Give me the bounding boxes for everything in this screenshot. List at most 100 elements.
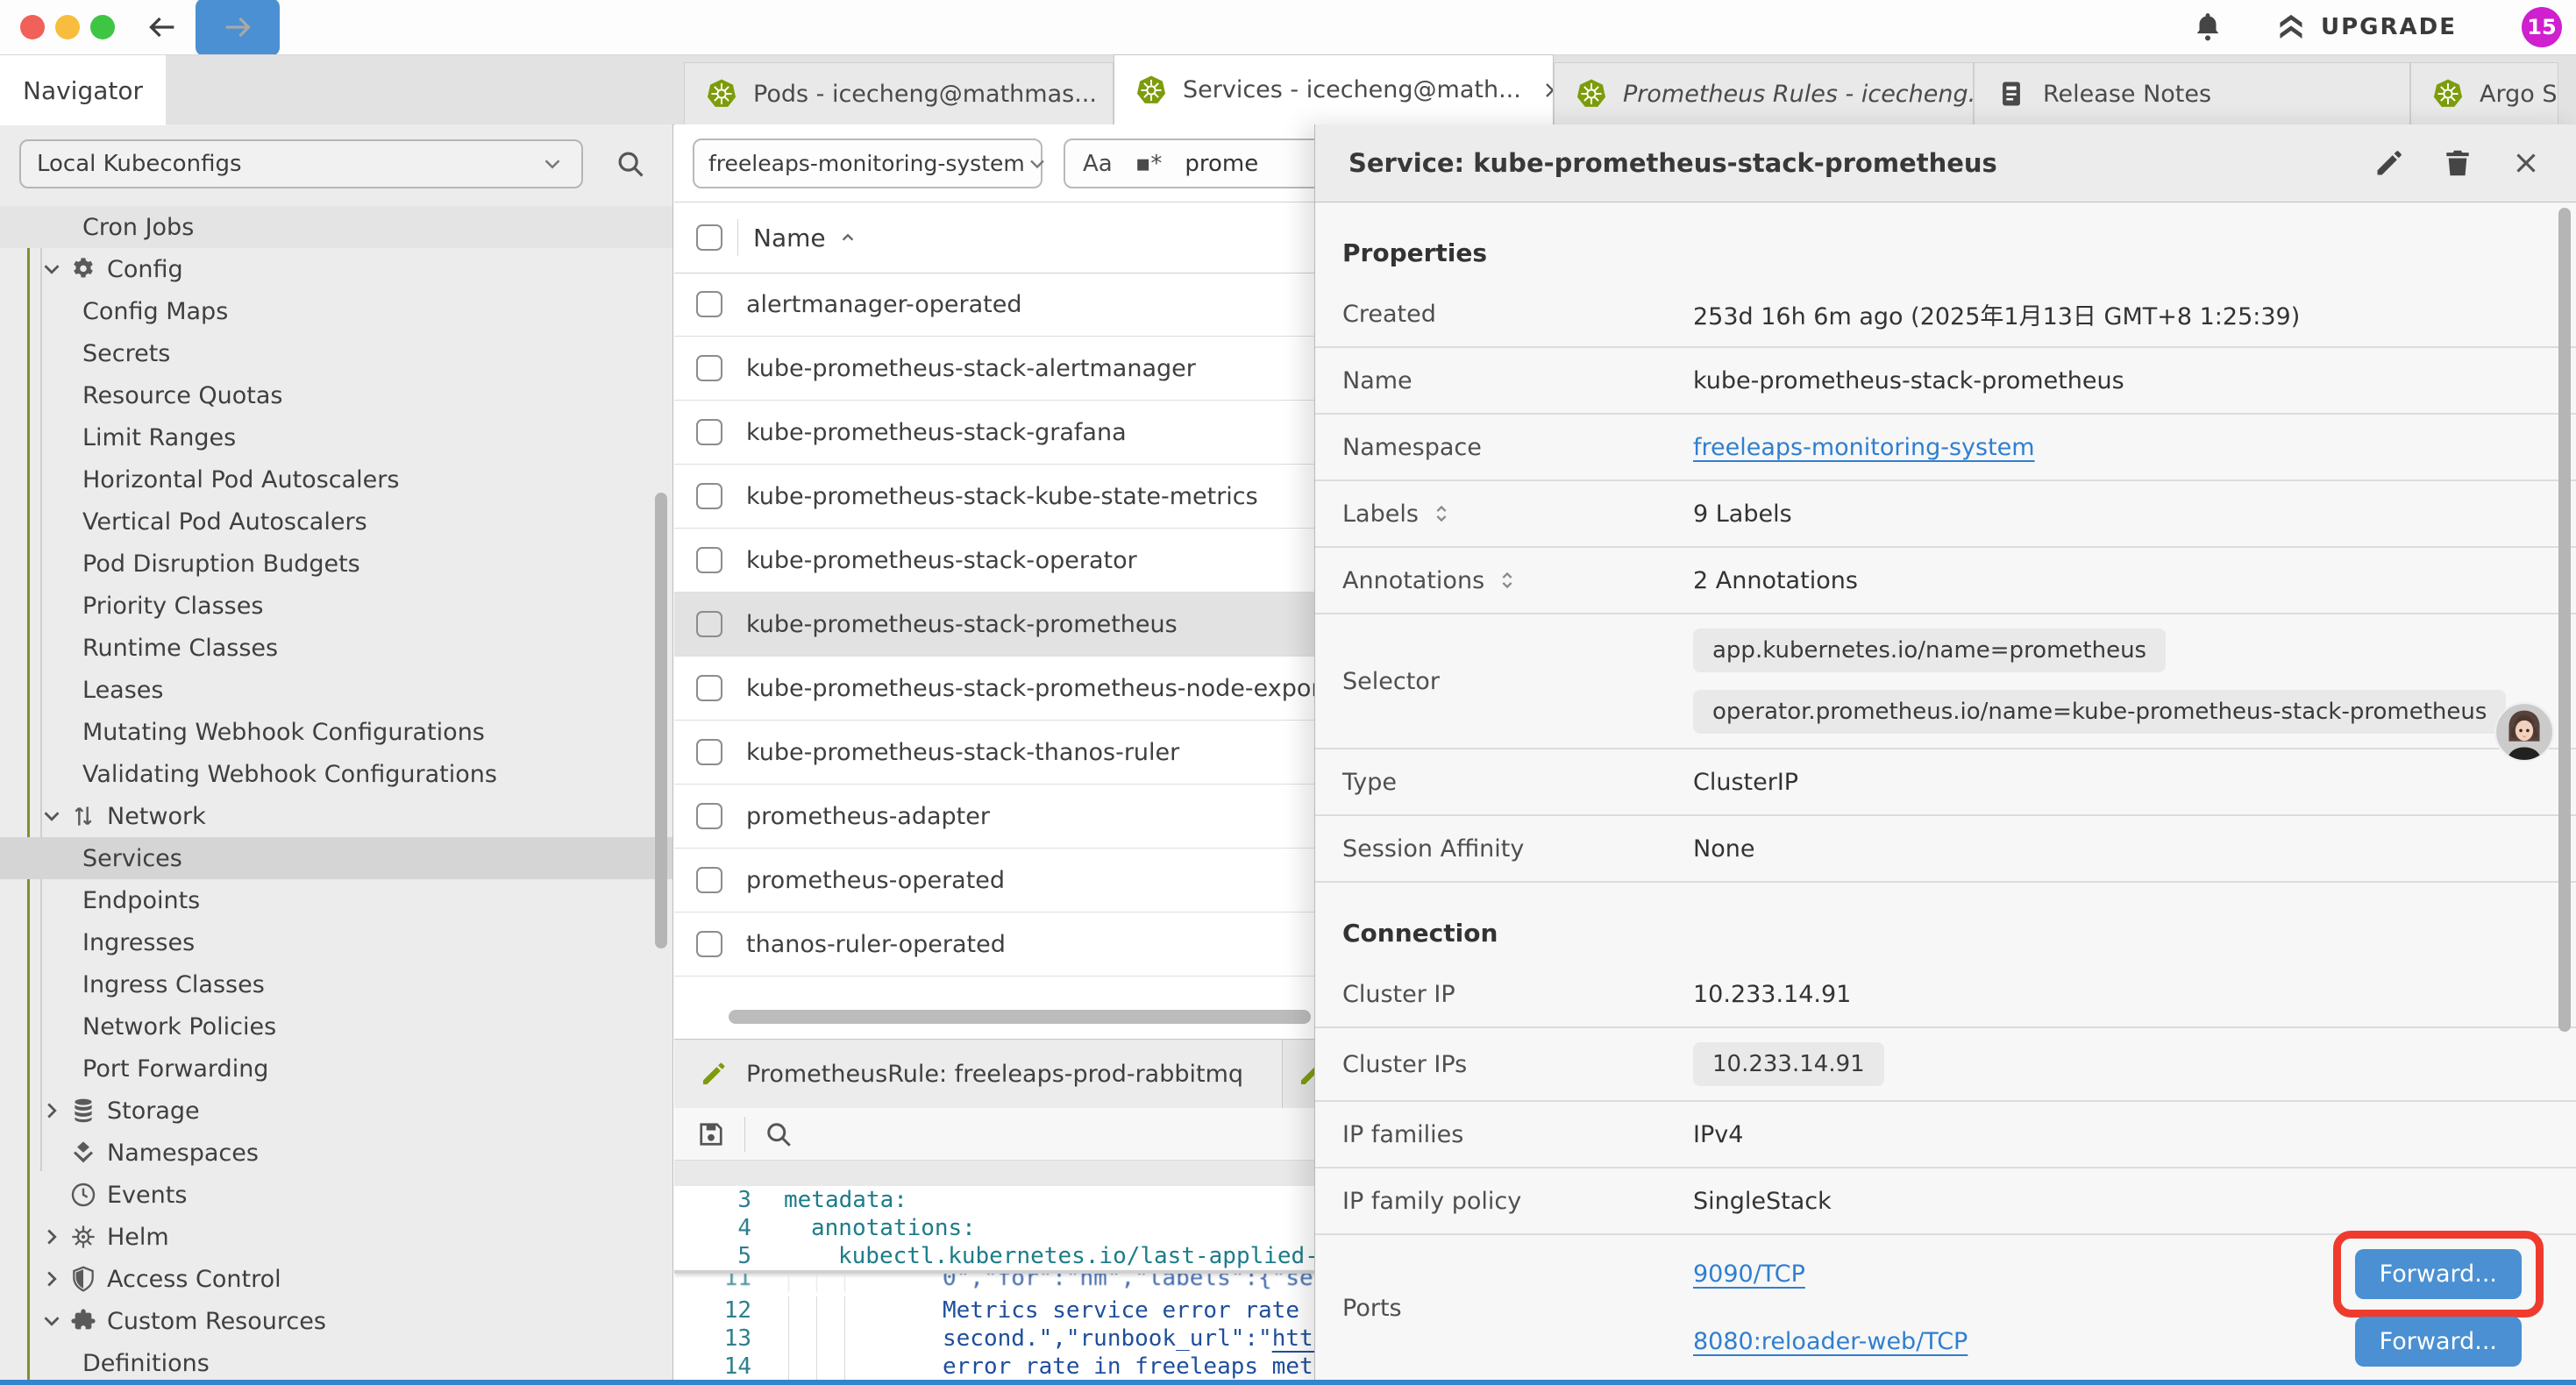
back-arrow-icon[interactable] [145,10,180,45]
forward-arrow-icon[interactable] [196,0,280,56]
close-icon[interactable] [2509,146,2543,180]
sidebar-item-helm[interactable]: Helm [0,1216,672,1258]
navigator-tab[interactable]: Navigator [0,55,166,125]
tab-release-notes[interactable]: Release Notes [1974,62,2410,124]
kubernetes-icon [1576,78,1607,110]
detail-row-label: Cluster IPs [1342,1051,1467,1078]
notification-count-badge[interactable]: 15 [2522,7,2562,47]
detail-row-label: Created [1342,301,1436,328]
name-column-header[interactable]: Name [753,224,826,252]
expander-icon[interactable] [1429,501,1454,526]
window-minimize-button[interactable] [55,15,80,39]
detail-scrollbar[interactable] [2558,208,2571,1032]
sidebar-item-config[interactable]: Config [0,248,672,290]
sidebar-item-label: Leases [82,677,163,704]
window-zoom-button[interactable] [90,15,115,39]
expander-icon[interactable] [1495,568,1519,593]
chevron-down-icon[interactable] [39,256,65,282]
namespace-link[interactable]: freeleaps-monitoring-system [1693,434,2035,461]
sidebar-item-leases[interactable]: Leases [0,669,672,711]
row-checkbox[interactable] [696,867,722,893]
bell-icon[interactable] [2191,11,2224,44]
sidebar-item-endpoints[interactable]: Endpoints [0,879,672,921]
upgrade-button[interactable]: UPGRADE [2274,10,2457,45]
save-icon[interactable] [695,1119,727,1150]
navigator-sidebar: Local Kubeconfigs Cron JobsConfigConfig … [0,124,673,1385]
select-all-checkbox[interactable] [696,224,722,251]
regex-toggle[interactable]: ▪* [1135,151,1163,177]
match-case-toggle[interactable]: Aa [1083,151,1113,177]
forward-button[interactable]: Forward... [2355,1249,2522,1299]
sidebar-item-storage[interactable]: Storage [0,1090,672,1132]
trash-icon[interactable] [2441,146,2474,180]
avatar[interactable] [2494,702,2554,762]
sidebar-item-ingresses[interactable]: Ingresses [0,921,672,963]
sidebar-item-resource-quotas[interactable]: Resource Quotas [0,374,672,416]
port-link[interactable]: 8080:reloader-web/TCP [1693,1328,1968,1355]
chevron-down-icon[interactable] [39,1308,65,1334]
sidebar-scrollbar[interactable] [655,493,667,948]
window-close-button[interactable] [20,15,45,39]
sidebar-item-events[interactable]: Events [0,1174,672,1216]
sidebar-item-custom-resources[interactable]: Custom Resources [0,1300,672,1342]
search-icon[interactable] [614,147,647,181]
sidebar-item-limit-ranges[interactable]: Limit Ranges [0,416,672,458]
sidebar-item-config-maps[interactable]: Config Maps [0,290,672,332]
search-icon[interactable] [763,1119,794,1150]
service-name: kube-prometheus-stack-prometheus [746,611,1178,638]
namespace-select[interactable]: freeleaps-monitoring-system [693,138,1042,188]
sidebar-item-access-control[interactable]: Access Control [0,1258,672,1300]
horizontal-scrollbar[interactable] [729,1010,1311,1024]
sidebar-item-label: Validating Webhook Configurations [82,761,497,788]
tab-prometheus-rules-icecheng[interactable]: Prometheus Rules - icecheng... [1554,62,1974,124]
tab-argo-se[interactable]: Argo Se [2410,62,2558,124]
sidebar-item-mutating-webhook-configurations[interactable]: Mutating Webhook Configurations [0,711,672,753]
sidebar-item-cron-jobs[interactable]: Cron Jobs [0,206,672,248]
tab-label: Pods - icecheng@mathmas... [753,81,1097,108]
port-link[interactable]: 9090/TCP [1693,1261,1805,1288]
chevron-right-icon[interactable] [39,1097,65,1124]
chevron-right-icon[interactable] [39,1266,65,1292]
row-checkbox[interactable] [696,419,722,445]
row-checkbox[interactable] [696,291,722,317]
sidebar-item-secrets[interactable]: Secrets [0,332,672,374]
sidebar-item-label: Custom Resources [107,1308,326,1335]
row-checkbox[interactable] [696,483,722,509]
sidebar-item-network[interactable]: Network [0,795,672,837]
kubeconfig-select[interactable]: Local Kubeconfigs [19,139,583,188]
row-checkbox[interactable] [696,611,722,637]
close-tab-icon[interactable] [1537,75,1554,106]
row-checkbox[interactable] [696,675,722,701]
sidebar-item-definitions[interactable]: Definitions [0,1342,672,1384]
editor-tab-prometheusrule[interactable]: PrometheusRule: freeleaps-prod-rabbitmq [674,1040,1283,1108]
chevron-right-icon[interactable] [39,1224,65,1250]
sidebar-item-network-policies[interactable]: Network Policies [0,1005,672,1048]
row-checkbox[interactable] [696,547,722,573]
gear-icon [69,255,97,283]
sidebar-item-priority-classes[interactable]: Priority Classes [0,585,672,627]
sidebar-item-vertical-pod-autoscalers[interactable]: Vertical Pod Autoscalers [0,501,672,543]
row-checkbox[interactable] [696,931,722,957]
sidebar-item-namespaces[interactable]: Namespaces [0,1132,672,1174]
forward-button[interactable]: Forward... [2355,1317,2522,1367]
sidebar-item-services[interactable]: Services [0,837,672,879]
namespace-select-value: freeleaps-monitoring-system [708,151,1025,176]
chevron-down-icon [539,151,566,177]
chevron-down-icon[interactable] [39,803,65,829]
sidebar-item-validating-webhook-configurations[interactable]: Validating Webhook Configurations [0,753,672,795]
row-checkbox[interactable] [696,739,722,765]
sidebar-item-port-forwarding[interactable]: Port Forwarding [0,1048,672,1090]
tab-pods-icecheng-mathmas[interactable]: Pods - icecheng@mathmas... [684,62,1114,124]
row-checkbox[interactable] [696,803,722,829]
sidebar-item-label: Namespaces [107,1140,259,1167]
line-number: 12 [674,1296,751,1325]
pencil-icon[interactable] [2373,146,2406,180]
chevron-up-icon[interactable] [836,226,859,249]
service-name: alertmanager-operated [746,291,1021,318]
sidebar-item-runtime-classes[interactable]: Runtime Classes [0,627,672,669]
tab-services-icecheng-math[interactable]: Services - icecheng@math... [1114,54,1554,124]
sidebar-item-pod-disruption-budgets[interactable]: Pod Disruption Budgets [0,543,672,585]
sidebar-item-ingress-classes[interactable]: Ingress Classes [0,963,672,1005]
sidebar-item-horizontal-pod-autoscalers[interactable]: Horizontal Pod Autoscalers [0,458,672,501]
row-checkbox[interactable] [696,355,722,381]
